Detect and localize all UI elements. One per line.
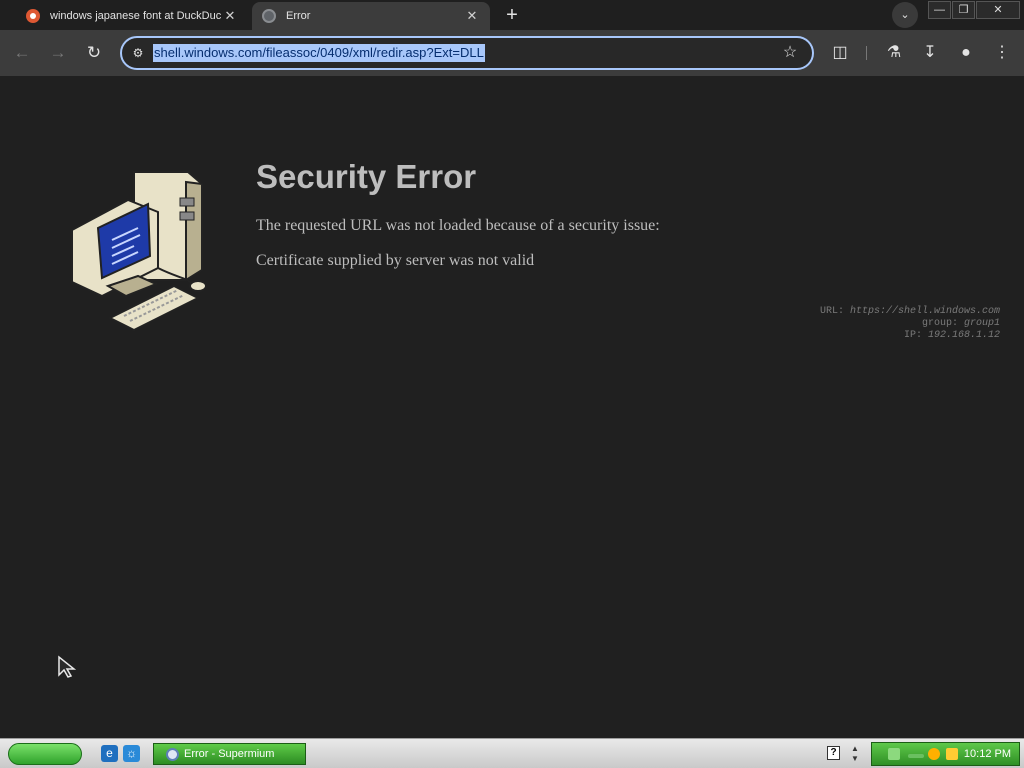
computer-illustration-icon	[71, 171, 207, 332]
error-title: Security Error	[256, 158, 477, 195]
tab-strip: windows japanese font at DuckDuc ✕ Error…	[0, 0, 1024, 30]
forward-button[interactable]: →	[46, 41, 70, 65]
meta-group-value: group1	[963, 318, 1000, 329]
taskbar-button-supermium[interactable]: Error - Supermium	[153, 743, 306, 765]
duckduckgo-icon	[26, 9, 40, 23]
page-content: Security Error The requested URL was not…	[0, 76, 1024, 738]
restore-button[interactable]: ❐	[952, 1, 975, 19]
taskbar-button-label: Error - Supermium	[184, 748, 275, 760]
tab-close-icon[interactable]: ✕	[222, 8, 238, 24]
error-reason: Certificate supplied by server was not v…	[256, 252, 535, 269]
taskbar: e ☼ Error - Supermium ? ▲ ▼ 10:12 PM	[0, 738, 1024, 768]
new-tab-button[interactable]: +	[500, 4, 524, 26]
tray-network-icon[interactable]	[908, 754, 924, 758]
globe-icon	[262, 9, 276, 23]
system-tray: 10:12 PM	[871, 742, 1020, 766]
quick-launch-icon[interactable]: ☼	[123, 745, 140, 762]
tab-close-icon[interactable]: ✕	[464, 8, 480, 24]
tab-search-button[interactable]: ⌄	[892, 2, 918, 28]
menu-kebab-icon[interactable]: ⋮	[990, 41, 1014, 65]
meta-url-label: URL:	[819, 306, 844, 317]
tab-title: Error	[286, 10, 311, 22]
mouse-cursor-icon	[58, 655, 77, 678]
meta-group-label: group:	[921, 318, 958, 329]
error-metadata: URL: https://shell.windows.com group: gr…	[820, 306, 1000, 342]
labs-flask-icon[interactable]: ⚗	[882, 41, 906, 65]
tab-title: windows japanese font at DuckDuc	[50, 10, 222, 22]
bookmark-star-icon[interactable]: ☆	[780, 43, 800, 63]
tray-search-icon[interactable]	[928, 748, 940, 760]
download-icon[interactable]: ↧	[918, 41, 942, 65]
tab-error[interactable]: Error ✕	[252, 2, 490, 30]
help-icon[interactable]: ?	[827, 746, 840, 760]
address-bar[interactable]: ⚙ shell.windows.com/fileassoc/0409/xml/r…	[120, 36, 814, 70]
supermium-icon	[166, 747, 179, 761]
internet-explorer-icon[interactable]: e	[101, 745, 118, 762]
meta-ip-label: IP:	[903, 330, 922, 341]
tray-shield-icon[interactable]	[946, 748, 958, 760]
minimize-button[interactable]: —	[928, 1, 951, 19]
profile-avatar-icon[interactable]: ●	[954, 41, 978, 65]
error-message: The requested URL was not loaded because…	[256, 217, 660, 234]
extensions-icon[interactable]: ◫	[828, 41, 852, 65]
tray-expand-icon[interactable]: ▲ ▼	[849, 744, 861, 764]
tray-clock[interactable]: 10:12 PM	[964, 748, 1011, 760]
reload-button[interactable]: ↻	[82, 41, 106, 65]
meta-url-row: URL: https://shell.windows.com	[820, 306, 1000, 318]
toolbar-divider	[866, 46, 867, 60]
tab-duckduckgo[interactable]: windows japanese font at DuckDuc ✕	[16, 2, 248, 30]
meta-ip-value: 192.168.1.12	[927, 330, 1000, 341]
browser-toolbar: ← → ↻ ⚙ shell.windows.com/fileassoc/0409…	[0, 30, 1024, 76]
back-button[interactable]: ←	[10, 41, 34, 65]
meta-url-value: https://shell.windows.com	[849, 306, 1000, 317]
tray-app-icon[interactable]	[888, 748, 900, 760]
start-button[interactable]	[8, 743, 82, 765]
meta-group-row: group: group1	[820, 318, 1000, 330]
close-window-button[interactable]: ✕	[976, 1, 1020, 19]
meta-ip-row: IP: 192.168.1.12	[820, 330, 1000, 342]
address-url[interactable]: shell.windows.com/fileassoc/0409/xml/red…	[153, 44, 485, 62]
site-info-icon[interactable]: ⚙	[130, 45, 146, 61]
